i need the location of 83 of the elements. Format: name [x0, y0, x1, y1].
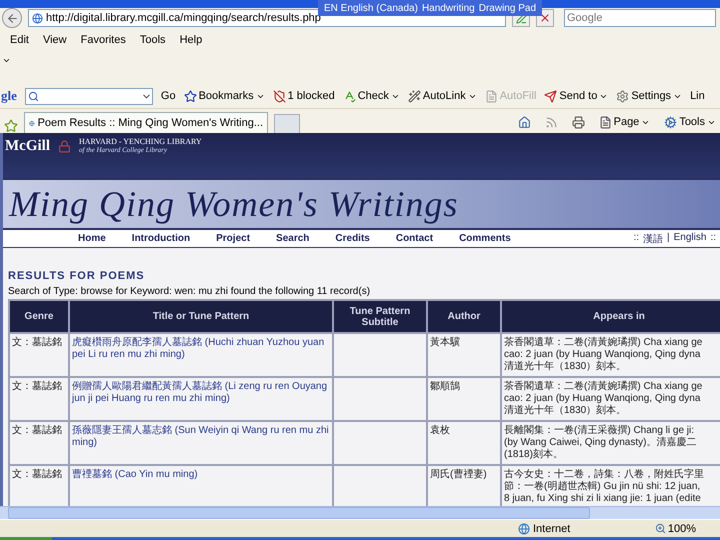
- close-icon: [539, 12, 551, 24]
- zoom-icon: [654, 523, 666, 534]
- url-text: http://digital.library.mcgill.ca/mingqing/search/results.php: [46, 12, 321, 24]
- security-zone: Internet: [533, 522, 570, 534]
- title-link[interactable]: 孫薇隱妻王孺人墓志銘 (Sun Weiyin qi Wang ru ren mu zhi ming): [70, 422, 332, 464]
- nav-link[interactable]: Home: [78, 233, 106, 244]
- column-header: Appears in: [502, 301, 720, 332]
- separator-text: |: [667, 232, 670, 244]
- table-cell: 鄒順鵠: [428, 378, 500, 420]
- spellcheck-icon: [342, 90, 356, 102]
- results-summary: Search of Type: browse for Keyword: wen: mu zhi found the following 11 record(s): [8, 286, 372, 297]
- toolbar-button[interactable]: Lin: [690, 90, 705, 102]
- arrow-left-icon: [6, 12, 18, 24]
- table-cell: 文：墓誌銘: [10, 334, 68, 376]
- menu-item[interactable]: View: [42, 34, 67, 46]
- separator-text: ::: [633, 232, 640, 244]
- settings-icon: [616, 90, 630, 102]
- browser-tab[interactable]: Poem Results :: Ming Qing Women's Writing...: [24, 112, 268, 133]
- table-cell: 黃本驥: [428, 334, 500, 376]
- table-cell: 茶香閣遺草：二卷(清黃婉璚撰) Cha xiang ge cao: 2 juan (by Huang Wanqiong, Qing dyna 清道光十年（1830）刻本。: [502, 334, 720, 376]
- site-title: Ming Qing Women's Writings: [9, 183, 458, 225]
- toolbar-button[interactable]: Check: [342, 90, 400, 102]
- chevron-icon[interactable]: [2, 56, 11, 65]
- print-icon[interactable]: [572, 116, 585, 128]
- toolbar-logo: gle: [1, 88, 17, 104]
- table-cell: 文：墓誌銘: [10, 422, 68, 464]
- column-header: Genre: [10, 301, 68, 332]
- menu-item[interactable]: Favorites: [80, 34, 126, 46]
- table-cell: 古今女史：十二卷，詩集：八卷，附姓氏字里 節：一卷(明趙世杰輯) Gu jin nü shi: 12 juan, 8 juan, fu Xing shi zi li xiang jie: 1 juan (edite: [502, 466, 720, 506]
- search-field[interactable]: Google: [564, 9, 716, 27]
- toolbar-button[interactable]: Bookmarks: [184, 90, 265, 102]
- menu-item[interactable]: Tools: [140, 34, 166, 46]
- toolbar-button[interactable]: 1 blocked: [272, 90, 335, 102]
- form-icon: [484, 90, 498, 102]
- column-header: Title or Tune Pattern: [70, 301, 332, 332]
- globe-icon: [518, 522, 530, 534]
- gear-icon: [664, 116, 678, 128]
- menu-item[interactable]: Edit: [10, 34, 29, 46]
- home-icon[interactable]: [518, 116, 531, 128]
- nav-link[interactable]: Project: [216, 233, 250, 244]
- results-heading: RESULTS FOR POEMS: [8, 270, 146, 282]
- toolbar-button[interactable]: Go: [160, 90, 176, 102]
- column-header: Author: [428, 301, 500, 332]
- page-icon: [598, 116, 612, 128]
- logo[interactable]: McGill: [5, 138, 50, 154]
- nav-link[interactable]: Introduction: [132, 233, 190, 244]
- start-button[interactable]: [0, 537, 52, 540]
- scrollbar-thumb[interactable]: [8, 507, 590, 519]
- command-button[interactable]: Page: [598, 116, 650, 128]
- library-name: HARVARD - YENCHING LIBRARY: [79, 137, 202, 146]
- command-button[interactable]: Tools: [664, 116, 716, 128]
- separator-text: ::: [710, 232, 716, 244]
- toolbar-button[interactable]: Settings: [616, 90, 682, 102]
- zoom-control[interactable]: 100%: [654, 522, 696, 534]
- wand-icon: [408, 90, 421, 102]
- title-link[interactable]: 例贈孺人歐陽君繼配黃孺人墓誌銘 (Li zeng ru ren Ouyang jun ji pei Huang ru ren mu zhi ming): [70, 378, 332, 420]
- favorites-icon[interactable]: [4, 119, 18, 133]
- language-link[interactable]: 漢語: [643, 232, 664, 246]
- search-icon: [28, 90, 39, 102]
- blocked-icon: [272, 90, 286, 102]
- table-cell: 文：墓誌銘: [10, 378, 68, 420]
- nav-link[interactable]: Comments: [459, 233, 511, 244]
- language-link[interactable]: English: [674, 232, 706, 246]
- toolbar-button[interactable]: Send to: [544, 90, 608, 102]
- nav-link[interactable]: Search: [276, 233, 310, 244]
- send-icon: [544, 90, 558, 102]
- table-cell: 文：墓誌銘: [10, 466, 68, 506]
- title-link[interactable]: 虎癡欑雨舟原配李孺人墓誌銘 (Huchi zhuan Yuzhou yuan pei Li ru ren mu zhi ming): [70, 334, 332, 376]
- title-link[interactable]: 曹禋墓銘 (Cao Yin mu ming): [70, 466, 332, 506]
- table-cell: 袁枚: [428, 422, 500, 464]
- table-cell: 長離閣集：一卷(清王采薇撰) Chang li ge ji: (by Wang Caiwei, Qing dynasty)。清嘉慶二 (1818)刻本。: [502, 422, 720, 464]
- globe-icon: [32, 12, 43, 24]
- table-cell: 周氏(曹禋妻): [428, 466, 500, 506]
- column-header: Tune Pattern Subtitle: [334, 301, 426, 332]
- star-icon: [184, 90, 197, 102]
- nav-link[interactable]: Contact: [396, 233, 434, 244]
- table-cell: 茶香閣遺草：二卷(清黃婉璚撰) Cha xiang ge cao: 2 juan (by Huang Wanqiong, Qing dyna 清道光十年（1830）刻本。: [502, 378, 720, 420]
- feed-icon[interactable]: [544, 116, 558, 128]
- nav-link[interactable]: Credits: [335, 233, 370, 244]
- toolbar-search-field[interactable]: [24, 88, 153, 104]
- back-button[interactable]: [2, 8, 22, 28]
- toolbar-button[interactable]: AutoLink: [408, 90, 477, 102]
- menu-item[interactable]: Help: [180, 34, 202, 46]
